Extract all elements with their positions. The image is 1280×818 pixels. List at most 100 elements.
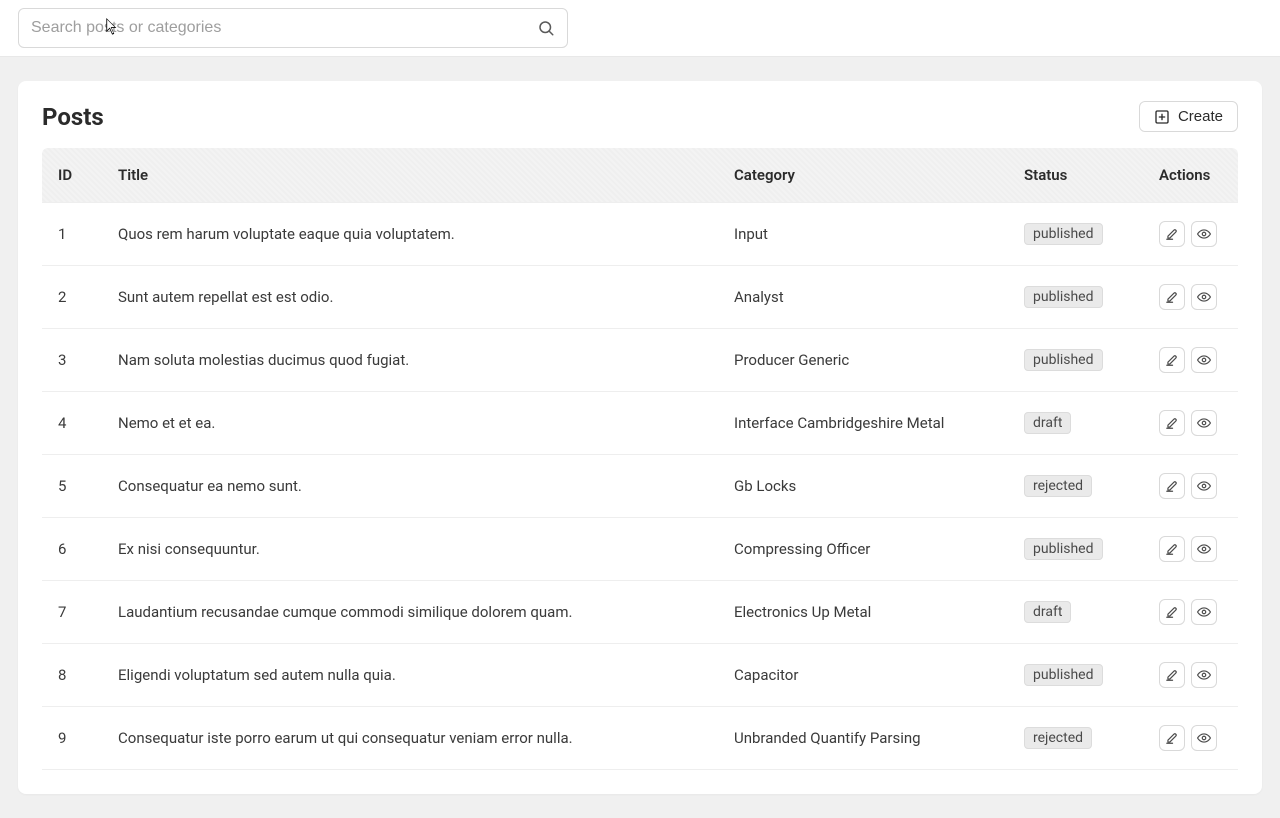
edit-button[interactable] (1159, 473, 1185, 499)
cell-status: published (1008, 644, 1143, 707)
cell-actions (1143, 707, 1238, 770)
cell-title: Consequatur iste porro earum ut qui cons… (102, 707, 718, 770)
cell-id: 1 (42, 203, 102, 266)
view-button[interactable] (1191, 662, 1217, 688)
edit-button[interactable] (1159, 725, 1185, 751)
edit-button[interactable] (1159, 536, 1185, 562)
posts-card: Posts Create ID Title Category Status Ac… (18, 81, 1262, 794)
col-status[interactable]: Status (1008, 148, 1143, 203)
col-id[interactable]: ID (42, 148, 102, 203)
cell-id: 4 (42, 392, 102, 455)
view-button[interactable] (1191, 599, 1217, 625)
search-wrap[interactable] (18, 8, 568, 48)
view-button[interactable] (1191, 347, 1217, 373)
col-title[interactable]: Title (102, 148, 718, 203)
view-button[interactable] (1191, 221, 1217, 247)
edit-icon (1165, 542, 1179, 556)
eye-icon (1197, 605, 1211, 619)
cell-category: Unbranded Quantify Parsing (718, 707, 1008, 770)
status-badge: draft (1024, 601, 1071, 623)
status-badge: published (1024, 223, 1103, 245)
cell-category: Gb Locks (718, 455, 1008, 518)
status-badge: rejected (1024, 727, 1092, 749)
cell-title: Quos rem harum voluptate eaque quia volu… (102, 203, 718, 266)
table-row[interactable]: 4Nemo et et ea.Interface Cambridgeshire … (42, 392, 1238, 455)
eye-icon (1197, 668, 1211, 682)
cell-actions (1143, 329, 1238, 392)
cell-actions (1143, 266, 1238, 329)
cell-actions (1143, 518, 1238, 581)
cell-actions (1143, 455, 1238, 518)
status-badge: published (1024, 349, 1103, 371)
edit-button[interactable] (1159, 347, 1185, 373)
view-button[interactable] (1191, 725, 1217, 751)
status-badge: published (1024, 538, 1103, 560)
cell-id: 6 (42, 518, 102, 581)
eye-icon (1197, 227, 1211, 241)
eye-icon (1197, 290, 1211, 304)
cell-actions (1143, 203, 1238, 266)
status-badge: published (1024, 286, 1103, 308)
eye-icon (1197, 479, 1211, 493)
cell-status: published (1008, 203, 1143, 266)
col-category[interactable]: Category (718, 148, 1008, 203)
cell-category: Capacitor (718, 644, 1008, 707)
cell-title: Eligendi voluptatum sed autem nulla quia… (102, 644, 718, 707)
cell-title: Nemo et et ea. (102, 392, 718, 455)
plus-square-icon (1154, 109, 1170, 125)
edit-icon (1165, 668, 1179, 682)
edit-icon (1165, 290, 1179, 304)
cell-id: 2 (42, 266, 102, 329)
table-row[interactable]: 7Laudantium recusandae cumque commodi si… (42, 581, 1238, 644)
table-row[interactable]: 1Quos rem harum voluptate eaque quia vol… (42, 203, 1238, 266)
cell-title: Consequatur ea nemo sunt. (102, 455, 718, 518)
table-row[interactable]: 2Sunt autem repellat est est odio.Analys… (42, 266, 1238, 329)
table-row[interactable]: 9Consequatur iste porro earum ut qui con… (42, 707, 1238, 770)
search-input[interactable] (31, 19, 537, 37)
edit-icon (1165, 479, 1179, 493)
table-row[interactable]: 8Eligendi voluptatum sed autem nulla qui… (42, 644, 1238, 707)
cell-actions (1143, 581, 1238, 644)
edit-button[interactable] (1159, 410, 1185, 436)
cell-id: 3 (42, 329, 102, 392)
edit-icon (1165, 227, 1179, 241)
table-row[interactable]: 6Ex nisi consequuntur.Compressing Office… (42, 518, 1238, 581)
create-button-label: Create (1178, 108, 1223, 125)
card-header: Posts Create (42, 97, 1238, 132)
edit-button[interactable] (1159, 221, 1185, 247)
view-button[interactable] (1191, 536, 1217, 562)
table-header: ID Title Category Status Actions (42, 148, 1238, 203)
cell-status: published (1008, 266, 1143, 329)
table-row[interactable]: 3Nam soluta molestias ducimus quod fugia… (42, 329, 1238, 392)
cell-id: 5 (42, 455, 102, 518)
view-button[interactable] (1191, 410, 1217, 436)
posts-table: ID Title Category Status Actions 1Quos r… (42, 148, 1238, 770)
cell-id: 9 (42, 707, 102, 770)
cell-category: Input (718, 203, 1008, 266)
edit-button[interactable] (1159, 599, 1185, 625)
create-button[interactable]: Create (1139, 101, 1238, 132)
status-badge: published (1024, 664, 1103, 686)
cell-title: Nam soluta molestias ducimus quod fugiat… (102, 329, 718, 392)
view-button[interactable] (1191, 473, 1217, 499)
eye-icon (1197, 731, 1211, 745)
table-body: 1Quos rem harum voluptate eaque quia vol… (42, 203, 1238, 770)
cell-category: Analyst (718, 266, 1008, 329)
edit-icon (1165, 416, 1179, 430)
edit-button[interactable] (1159, 662, 1185, 688)
page-title: Posts (42, 103, 104, 131)
edit-icon (1165, 731, 1179, 745)
cell-actions (1143, 392, 1238, 455)
page-container: Posts Create ID Title Category Status Ac… (0, 57, 1280, 818)
eye-icon (1197, 416, 1211, 430)
view-button[interactable] (1191, 284, 1217, 310)
cell-status: published (1008, 518, 1143, 581)
cell-status: draft (1008, 392, 1143, 455)
edit-button[interactable] (1159, 284, 1185, 310)
cell-title: Ex nisi consequuntur. (102, 518, 718, 581)
table-row[interactable]: 5Consequatur ea nemo sunt.Gb Locksreject… (42, 455, 1238, 518)
search-icon[interactable] (537, 19, 555, 37)
col-actions: Actions (1143, 148, 1238, 203)
cell-title: Laudantium recusandae cumque commodi sim… (102, 581, 718, 644)
cell-category: Electronics Up Metal (718, 581, 1008, 644)
